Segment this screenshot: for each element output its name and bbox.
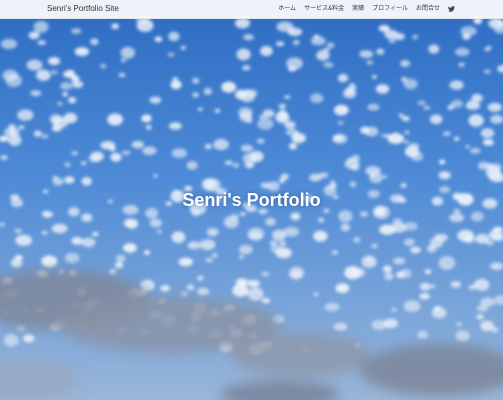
main-nav: ホーム サービス&料金 実績 プロフィール お問合せ — [278, 3, 455, 15]
nav-item-works[interactable]: 実績 — [352, 3, 364, 15]
site-title-link[interactable]: Senri's Portfolio Site — [47, 4, 119, 14]
nav-item-home[interactable]: ホーム — [278, 3, 296, 15]
hero-title: Senri's Portfolio — [182, 190, 321, 210]
nav-item-services[interactable]: サービス&料金 — [304, 3, 344, 15]
twitter-icon[interactable] — [448, 6, 455, 13]
nav-item-contact[interactable]: お問合せ — [416, 3, 440, 15]
page: Senri's Portfolio Site ホーム サービス&料金 実績 プロ… — [0, 0, 503, 400]
nav-item-profile[interactable]: プロフィール — [372, 3, 408, 15]
site-header: Senri's Portfolio Site ホーム サービス&料金 実績 プロ… — [0, 0, 503, 19]
